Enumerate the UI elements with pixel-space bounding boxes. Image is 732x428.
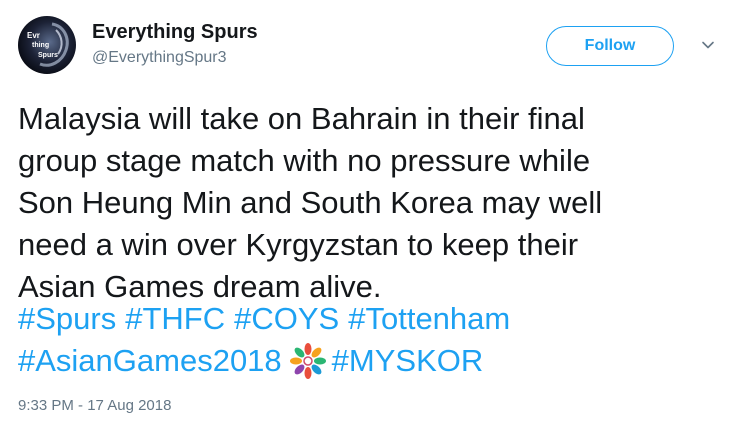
hashtag-list: #Spurs #THFC #COYS #Tottenham #AsianGame… xyxy=(18,298,718,382)
hashtag-row: #AsianGames2018 #MYSKOR xyxy=(18,340,718,382)
tweet-text-line: need a win over Kyrgyzstan to keep their xyxy=(18,227,579,262)
display-name[interactable]: Everything Spurs xyxy=(92,20,258,44)
tweet-text-line: group stage match with no pressure while xyxy=(18,143,591,178)
chevron-down-icon[interactable] xyxy=(700,37,716,53)
asian-games-emblem-icon xyxy=(289,343,326,379)
avatar-logo-icon: Evr thing Spurs xyxy=(27,22,69,67)
avatar-text-2: thing xyxy=(32,42,49,49)
hashtag-link-thfc[interactable]: #THFC xyxy=(125,298,225,340)
tweet-card: Evr thing Spurs Everything Spurs @Everyt… xyxy=(0,0,732,428)
hashtag-link-tottenham[interactable]: #Tottenham xyxy=(348,298,510,340)
user-handle[interactable]: @EverythingSpur3 xyxy=(92,48,227,68)
avatar[interactable]: Evr thing Spurs xyxy=(18,16,76,74)
avatar-text-1: Evr xyxy=(27,31,40,40)
hashtag-link-asiangames2018[interactable]: #AsianGames2018 xyxy=(18,340,282,382)
avatar-text-3: Spurs xyxy=(38,52,58,59)
hashtag-link-myskor[interactable]: #MYSKOR xyxy=(332,340,484,382)
hashtag-row: #Spurs #THFC #COYS #Tottenham xyxy=(18,298,718,340)
tweet-timestamp[interactable]: 9:33 PM - 17 Aug 2018 xyxy=(18,396,171,416)
tweet-text-line: Malaysia will take on Bahrain in their f… xyxy=(18,101,585,136)
hashtag-link-coys[interactable]: #COYS xyxy=(234,298,339,340)
follow-button[interactable]: Follow xyxy=(546,26,674,66)
hashtag-link-spurs[interactable]: #Spurs xyxy=(18,298,116,340)
tweet-text: Malaysia will take on Bahrain in their f… xyxy=(18,98,718,308)
tweet-text-line: Son Heung Min and South Korea may well xyxy=(18,185,603,220)
